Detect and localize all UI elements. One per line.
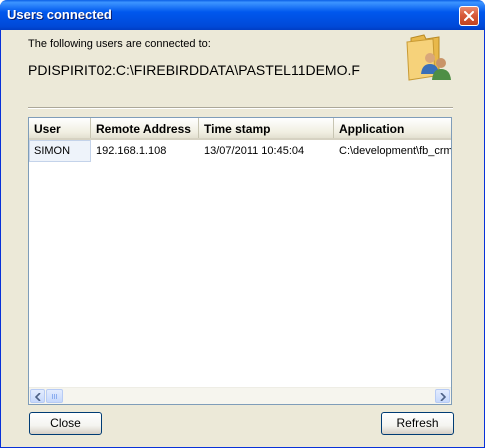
- users-folder-icon: [406, 34, 451, 81]
- users-list[interactable]: User Remote Address Time stamp Applicati…: [28, 117, 452, 405]
- database-path: PDISPIRIT02:C:\FIREBIRDDATA\PASTEL11DEMO…: [28, 62, 360, 78]
- table-row[interactable]: SIMON 192.168.1.108 13/07/2011 10:45:04 …: [29, 140, 452, 162]
- cell-user[interactable]: SIMON: [29, 140, 91, 162]
- window-close-button[interactable]: [459, 6, 479, 26]
- column-header-application[interactable]: Application: [334, 118, 451, 138]
- scroll-left-button[interactable]: [30, 389, 45, 403]
- scroll-right-button[interactable]: [435, 389, 450, 403]
- arrow-left-icon: [35, 393, 41, 401]
- scroll-thumb[interactable]: [46, 389, 63, 403]
- list-header: User Remote Address Time stamp Applicati…: [29, 118, 451, 140]
- separator: [28, 107, 453, 109]
- window-title: Users connected: [7, 7, 112, 22]
- cell-remote-address: 192.168.1.108: [96, 145, 167, 157]
- column-header-user[interactable]: User: [29, 118, 91, 138]
- close-icon: [464, 11, 474, 21]
- users-connected-dialog: Users connected The following users are …: [0, 0, 485, 448]
- title-bar[interactable]: Users connected: [0, 0, 485, 30]
- refresh-button[interactable]: Refresh: [381, 412, 454, 435]
- grip-icon: [52, 394, 58, 399]
- cell-application: C:\development\fb_crm: [339, 145, 452, 157]
- column-header-time-stamp[interactable]: Time stamp: [199, 118, 334, 138]
- column-header-remote-address[interactable]: Remote Address: [91, 118, 199, 138]
- cell-timestamp: 13/07/2011 10:45:04: [204, 145, 305, 157]
- close-button[interactable]: Close: [29, 412, 102, 435]
- arrow-right-icon: [440, 393, 446, 401]
- intro-text: The following users are connected to:: [28, 38, 211, 50]
- horizontal-scrollbar[interactable]: [29, 387, 451, 404]
